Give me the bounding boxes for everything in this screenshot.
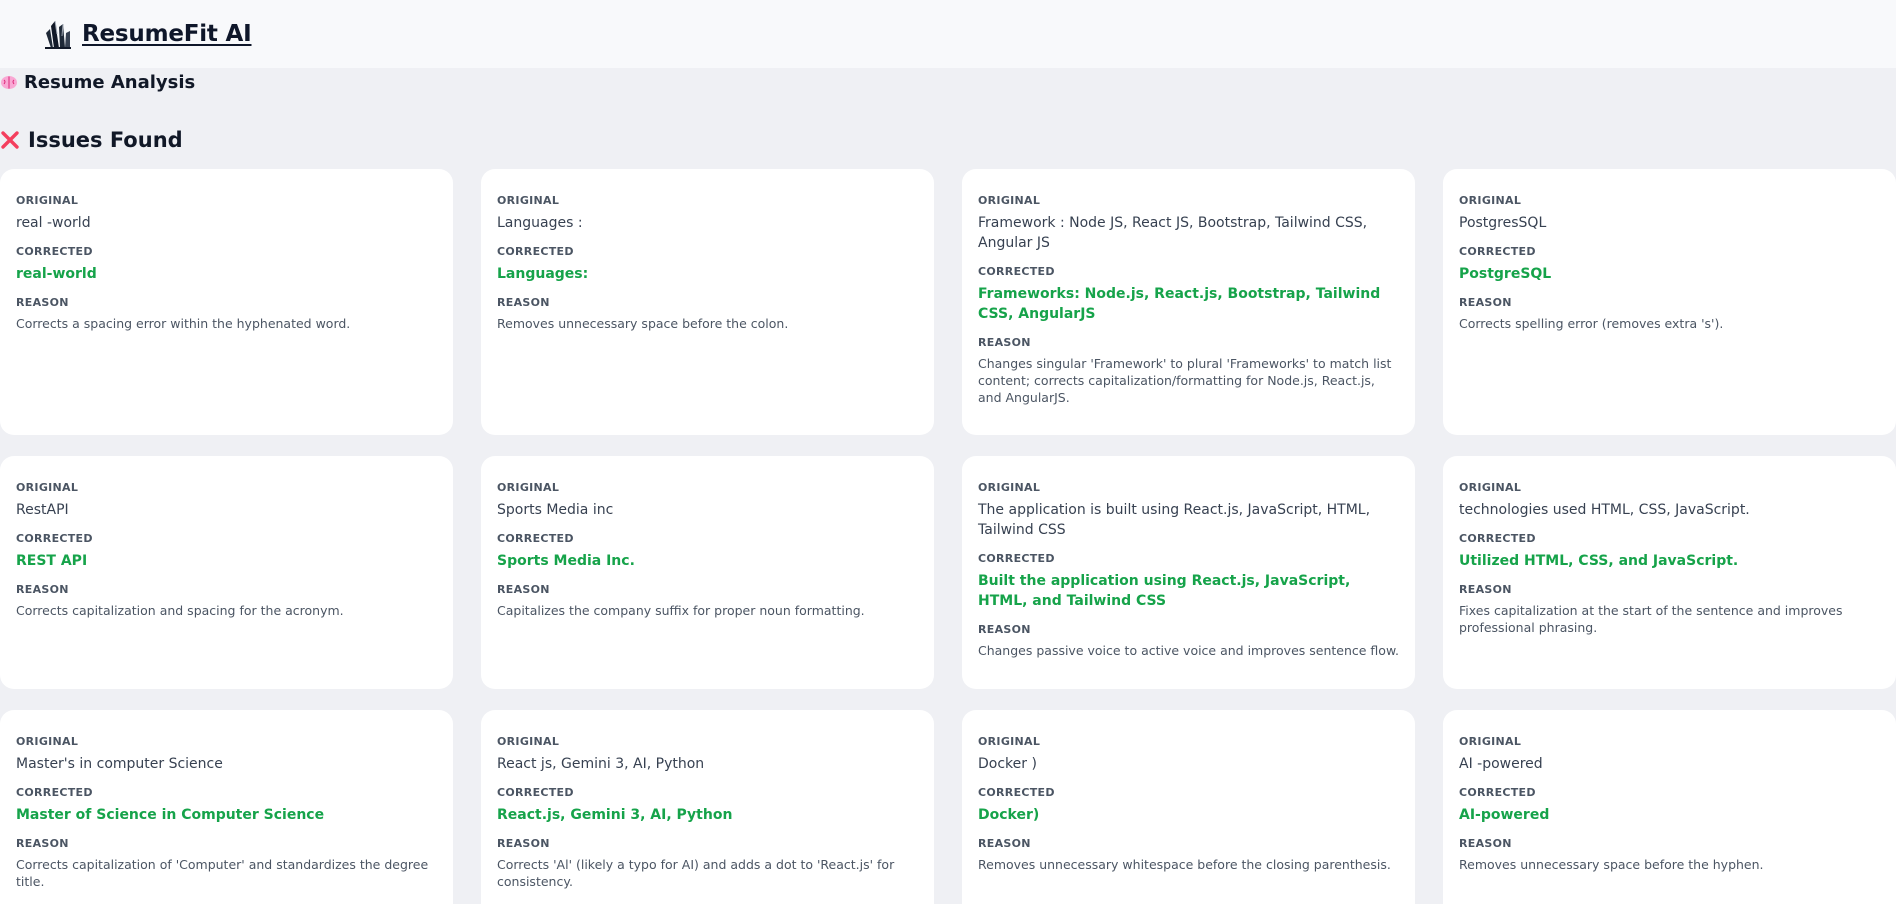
corrected-label: CORRECTED: [16, 245, 93, 258]
corrected-text: Utilized HTML, CSS, and JavaScript.: [1459, 553, 1739, 569]
issue-card: ORIGINAL real -world CORRECTED real-worl…: [0, 169, 453, 435]
issue-card: ORIGINAL Languages : CORRECTED Languages…: [481, 169, 934, 435]
section-title: Resume Analysis: [0, 71, 195, 93]
brain-icon: [0, 73, 18, 91]
original-text: Languages :: [497, 215, 583, 231]
corrected-text: Frameworks: Node.js, React.js, Bootstrap…: [978, 286, 1381, 322]
corrected-text: PostgreSQL: [1459, 266, 1552, 282]
reason-text: Corrects capitalization of 'Computer' an…: [16, 857, 429, 889]
reason-text: Removes unnecessary space before the col…: [497, 316, 789, 331]
reason-label: REASON: [497, 837, 550, 850]
original-text: Docker ): [978, 756, 1037, 772]
reason-label: REASON: [978, 837, 1031, 850]
reason-text: Changes passive voice to active voice an…: [978, 643, 1400, 658]
original-label: ORIGINAL: [978, 481, 1041, 494]
corrected-text: React.js, Gemini 3, AI, Python: [497, 807, 733, 823]
original-text: real -world: [16, 215, 91, 231]
crystal-cluster-icon: [42, 18, 74, 50]
corrected-label: CORRECTED: [978, 552, 1055, 565]
section-title-text: Resume Analysis: [24, 71, 196, 93]
corrected-label: CORRECTED: [497, 532, 574, 545]
reason-text: Capitalizes the company suffix for prope…: [497, 603, 865, 618]
corrected-label: CORRECTED: [497, 245, 574, 258]
reason-text: Removes unnecessary space before the hyp…: [1459, 857, 1764, 872]
brand-name: ResumeFit AI: [82, 21, 252, 47]
corrected-label: CORRECTED: [978, 265, 1055, 278]
original-text: RestAPI: [16, 502, 69, 518]
issues-heading: Issues Found: [0, 126, 183, 154]
issue-card: ORIGINAL technologies used HTML, CSS, Ja…: [1443, 456, 1896, 689]
reason-label: REASON: [1459, 296, 1512, 309]
reason-text: Fixes capitalization at the start of the…: [1459, 603, 1843, 635]
reason-text: Removes unnecessary whitespace before th…: [978, 857, 1391, 872]
corrected-text: REST API: [16, 553, 88, 569]
reason-label: REASON: [978, 623, 1031, 636]
original-text: Master's in computer Science: [16, 756, 223, 772]
original-text: AI -powered: [1459, 756, 1543, 772]
corrected-text: Docker): [978, 807, 1040, 823]
issue-card: ORIGINAL Framework : Node JS, React JS, …: [962, 169, 1415, 435]
reason-text: Changes singular 'Framework' to plural '…: [978, 356, 1392, 405]
original-label: ORIGINAL: [16, 481, 79, 494]
corrected-label: CORRECTED: [16, 786, 93, 799]
original-label: ORIGINAL: [497, 481, 560, 494]
original-label: ORIGINAL: [978, 735, 1041, 748]
issue-card: ORIGINAL RestAPI CORRECTED REST API REAS…: [0, 456, 453, 689]
original-label: ORIGINAL: [1459, 481, 1522, 494]
corrected-label: CORRECTED: [978, 786, 1055, 799]
reason-label: REASON: [978, 336, 1031, 349]
issues-grid: ORIGINAL real -world CORRECTED real-worl…: [0, 169, 1896, 904]
corrected-text: Built the application using React.js, Ja…: [978, 573, 1351, 609]
corrected-label: CORRECTED: [1459, 532, 1536, 545]
original-text: PostgresSQL: [1459, 215, 1547, 231]
reason-text: Corrects 'Al' (likely a typo for AI) and…: [497, 857, 895, 889]
original-label: ORIGINAL: [1459, 194, 1522, 207]
issue-card: ORIGINAL React js, Gemini 3, AI, Python …: [481, 710, 934, 904]
original-label: ORIGINAL: [978, 194, 1041, 207]
reason-label: REASON: [1459, 837, 1512, 850]
issues-heading-text: Issues Found: [28, 128, 183, 152]
corrected-text: AI-powered: [1459, 807, 1550, 823]
issue-card: ORIGINAL AI -powered CORRECTED AI-powere…: [1443, 710, 1896, 904]
reason-text: Corrects capitalization and spacing for …: [16, 603, 344, 618]
issue-card: ORIGINAL PostgresSQL CORRECTED PostgreSQ…: [1443, 169, 1896, 435]
original-text: React js, Gemini 3, AI, Python: [497, 756, 705, 772]
issue-card: ORIGINAL Master's in computer Science CO…: [0, 710, 453, 904]
corrected-text: Sports Media Inc.: [497, 553, 635, 569]
reason-label: REASON: [497, 296, 550, 309]
brand-home-link[interactable]: ResumeFit AI: [42, 16, 252, 52]
original-text: The application is built using React.js,…: [978, 502, 1371, 538]
issue-card: ORIGINAL Docker ) CORRECTED Docker) REAS…: [962, 710, 1415, 904]
original-label: ORIGINAL: [1459, 735, 1522, 748]
original-label: ORIGINAL: [497, 735, 560, 748]
reason-label: REASON: [16, 837, 69, 850]
reason-text: Corrects spelling error (removes extra '…: [1459, 316, 1724, 331]
reason-text: Corrects a spacing error within the hyph…: [16, 316, 351, 331]
issue-card: ORIGINAL The application is built using …: [962, 456, 1415, 689]
reason-label: REASON: [16, 583, 69, 596]
cross-mark-icon: [0, 130, 20, 150]
corrected-label: CORRECTED: [1459, 245, 1536, 258]
original-label: ORIGINAL: [497, 194, 560, 207]
original-text: Framework : Node JS, React JS, Bootstrap…: [978, 215, 1368, 251]
reason-label: REASON: [16, 296, 69, 309]
original-label: ORIGINAL: [16, 735, 79, 748]
original-text: technologies used HTML, CSS, JavaScript.: [1459, 502, 1750, 518]
original-label: ORIGINAL: [16, 194, 79, 207]
reason-label: REASON: [497, 583, 550, 596]
corrected-label: CORRECTED: [1459, 786, 1536, 799]
corrected-label: CORRECTED: [16, 532, 93, 545]
top-bar: ResumeFit AI: [0, 0, 1896, 68]
reason-label: REASON: [1459, 583, 1512, 596]
original-text: Sports Media inc: [497, 502, 614, 518]
corrected-label: CORRECTED: [497, 786, 574, 799]
corrected-text: real-world: [16, 266, 97, 282]
corrected-text: Languages:: [497, 266, 589, 282]
issue-card: ORIGINAL Sports Media inc CORRECTED Spor…: [481, 456, 934, 689]
corrected-text: Master of Science in Computer Science: [16, 807, 325, 823]
